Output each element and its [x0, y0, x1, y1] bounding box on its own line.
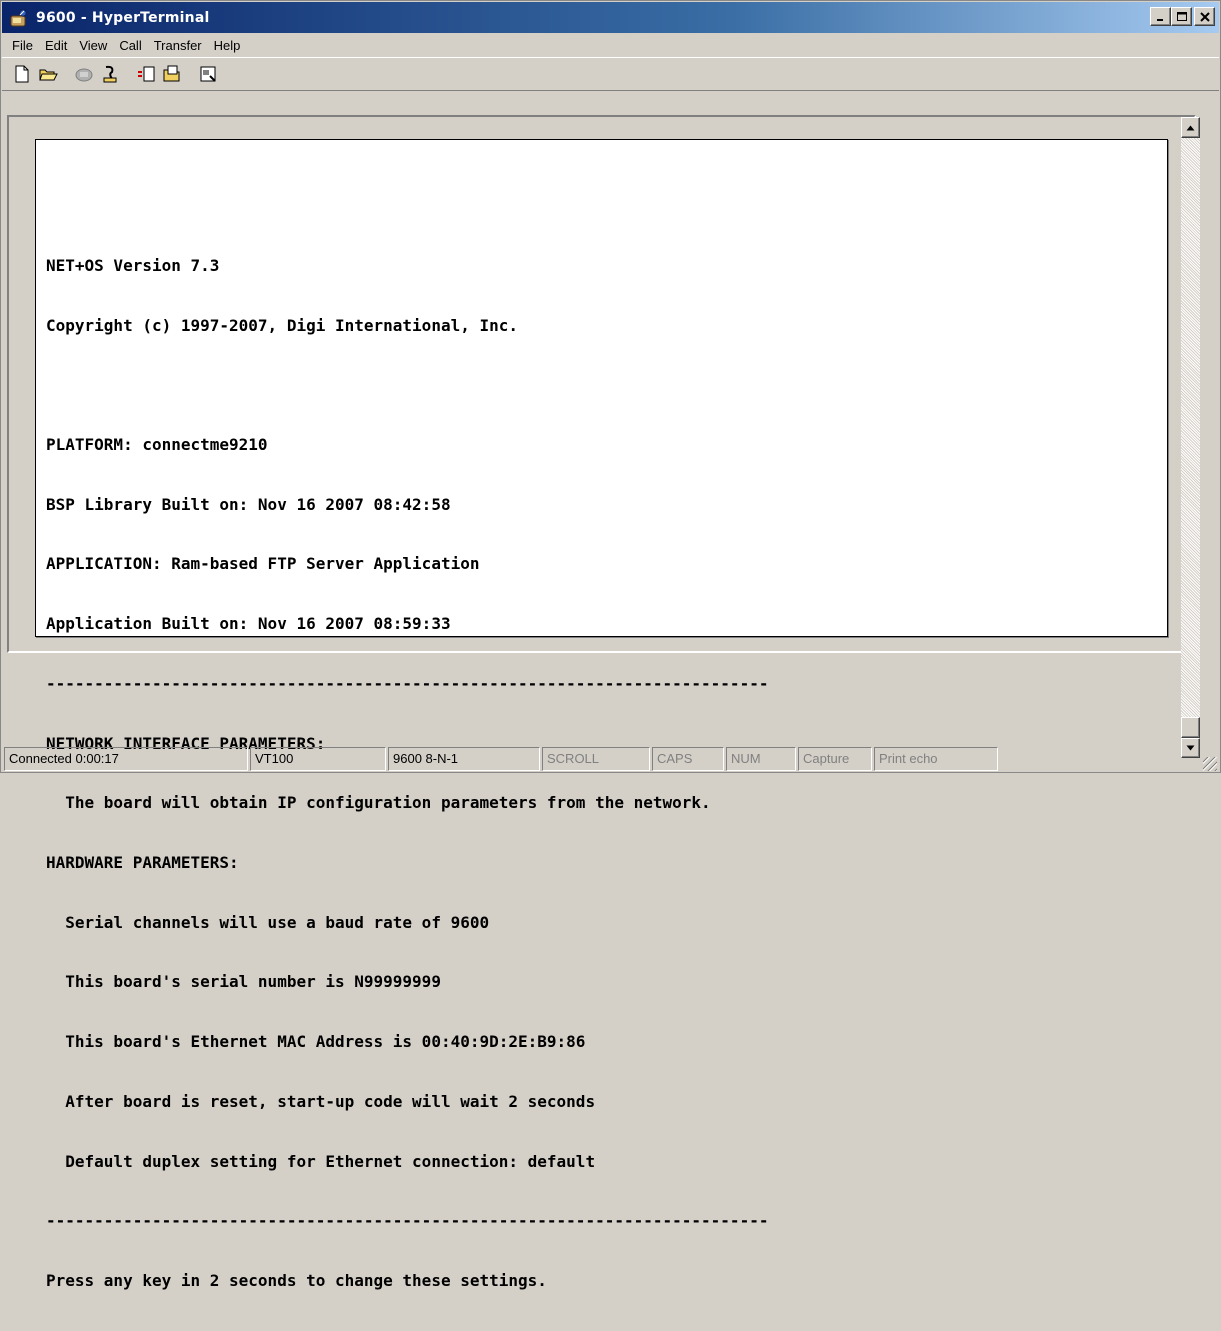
close-button[interactable]	[1194, 7, 1215, 26]
properties-button[interactable]	[196, 62, 220, 86]
open-folder-icon	[39, 69, 58, 81]
status-emulation: VT100	[250, 746, 386, 771]
terminal-line: Serial channels will use a baud rate of …	[46, 912, 490, 932]
minimize-icon	[1156, 18, 1163, 21]
new-connection-button[interactable]	[10, 62, 34, 86]
status-capture: Capture	[798, 746, 872, 771]
status-connected-time: Connected 0:00:17	[4, 746, 248, 771]
menu-transfer[interactable]: Transfer	[148, 38, 208, 53]
title-bar[interactable]: 9600 - HyperTerminal	[2, 2, 1219, 33]
arrow-up-icon	[1186, 125, 1195, 130]
status-print-echo: Print echo	[874, 746, 998, 771]
close-icon	[1199, 11, 1210, 22]
terminal-line: This board's Ethernet MAC Address is 00:…	[46, 1032, 586, 1052]
terminal-screen[interactable]: NET+OS Version 7.3 Copyright (c) 1997-20…	[35, 139, 1168, 1290]
window-title: 9600 - HyperTerminal	[36, 9, 210, 26]
terminal-line: Default duplex setting for Ethernet conn…	[46, 1151, 596, 1171]
call-button[interactable]	[72, 62, 96, 86]
menu-call[interactable]: Call	[113, 38, 147, 53]
send-button[interactable]	[134, 62, 158, 86]
terminal-line: After board is reset, start-up code will…	[46, 1091, 596, 1111]
menu-file[interactable]: File	[6, 38, 39, 53]
resize-grip-icon[interactable]	[1203, 757, 1217, 771]
hyperterminal-app-icon[interactable]	[8, 7, 30, 29]
status-num-lock: NUM	[726, 746, 796, 771]
terminal-line: HARDWARE PARAMETERS:	[46, 853, 239, 872]
vertical-scrollbar-thumb[interactable]	[1181, 717, 1200, 738]
properties-icon	[200, 66, 216, 82]
terminal-output: NET+OS Version 7.3 Copyright (c) 1997-20…	[46, 216, 768, 1331]
menu-bar: File Edit View Call Transfer Help	[2, 34, 1219, 56]
disconnect-icon	[103, 65, 117, 83]
receive-icon	[163, 65, 180, 82]
menu-view[interactable]: View	[73, 38, 113, 53]
status-scroll-lock: SCROLL	[542, 746, 650, 771]
toolbar	[2, 57, 1219, 91]
terminal-line: APPLICATION: Ram-based FTP Server Applic…	[46, 554, 480, 574]
disconnect-button[interactable]	[98, 62, 122, 86]
terminal-line: Application Built on: Nov 16 2007 08:59:…	[46, 614, 451, 634]
terminal-line: NET+OS Version 7.3	[46, 255, 220, 275]
terminal-separator: ----------------------------------------…	[46, 673, 769, 693]
new-document-icon	[15, 65, 29, 83]
terminal-line: PLATFORM: connectme9210	[46, 434, 268, 454]
receive-button[interactable]	[160, 62, 184, 86]
terminal-line: Copyright (c) 1997-2007, Digi Internatio…	[46, 315, 519, 335]
hyperterminal-window: 9600 - HyperTerminal File Edit View Call…	[0, 0, 1221, 1290]
terminal-line: Press any key in 2 seconds to change the…	[46, 1271, 547, 1291]
open-button[interactable]	[36, 62, 60, 86]
minimize-button[interactable]	[1150, 7, 1171, 26]
menu-help[interactable]: Help	[208, 38, 247, 53]
maximize-button[interactable]	[1171, 7, 1192, 26]
terminal-line: The board will obtain IP configuration p…	[46, 793, 711, 813]
terminal-separator: ----------------------------------------…	[46, 1211, 769, 1231]
terminal-line: This board's serial number is N99999999	[46, 972, 441, 992]
status-caps-lock: CAPS	[652, 746, 724, 771]
maximize-icon	[1176, 11, 1187, 21]
terminal-line: BSP Library Built on: Nov 16 2007 08:42:…	[46, 494, 451, 514]
menu-edit[interactable]: Edit	[39, 38, 73, 53]
vertical-scrollbar-track[interactable]	[1181, 138, 1200, 738]
send-icon	[138, 66, 155, 82]
phone-icon	[75, 68, 93, 82]
status-bar: Connected 0:00:17 VT100 9600 8-N-1 SCROL…	[2, 744, 1219, 773]
status-port-settings: 9600 8-N-1	[388, 746, 540, 771]
scroll-up-button[interactable]	[1181, 117, 1200, 138]
